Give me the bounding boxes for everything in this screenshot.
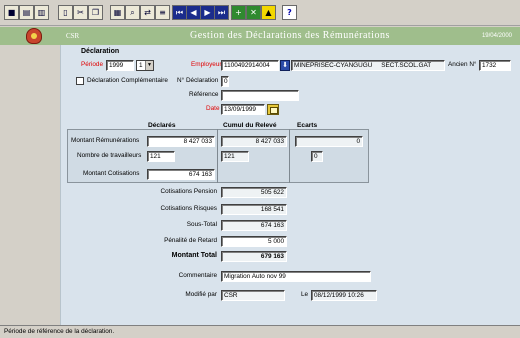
remun-ecart-field: 0 — [295, 136, 363, 147]
reference-field[interactable] — [221, 90, 299, 101]
delete-record-icon[interactable]: ✕ — [246, 5, 261, 20]
ancien-label: Ancien N° — [448, 61, 477, 68]
section-title: Déclaration — [81, 48, 120, 55]
ancien-field[interactable]: 1732 — [479, 60, 511, 71]
soustotal-label: Sous-Total — [186, 221, 217, 228]
save-icon[interactable]: ■ — [4, 5, 19, 20]
first-record-icon[interactable]: ⏮ — [172, 5, 187, 20]
montant-total-label: Montant Total — [171, 252, 217, 259]
date-field[interactable]: 13/09/1999 — [221, 104, 265, 115]
paste-icon[interactable]: ▦ — [110, 5, 125, 20]
complementaire-label: Déclaration Complémentaire — [87, 77, 168, 84]
travailleurs-declares-field[interactable]: 121 — [147, 151, 175, 162]
employeur-id-field[interactable]: 1100492914004 — [221, 60, 279, 71]
calendar-icon[interactable] — [267, 104, 279, 115]
reference-label: Référence — [189, 91, 219, 98]
declaration-form: Déclaration Période 1999 1 ▼ Employeur 1… — [60, 45, 520, 325]
employeur-name: MINEPRISEC-CYANGUGU — [294, 62, 373, 69]
le-label: Le — [301, 291, 309, 298]
periode-year-field[interactable]: 1999 — [106, 60, 134, 71]
status-message: Période de référence de la déclaration. — [4, 328, 115, 335]
n-declaration-field[interactable]: 0 — [221, 76, 229, 87]
pension-field: 505 622 — [221, 187, 287, 198]
date-label: Date — [206, 105, 220, 112]
grid-divider — [217, 129, 218, 183]
pension-label: Cotisations Pension — [160, 188, 217, 195]
emblem-logo — [26, 28, 42, 44]
employeur-name-field: MINEPRISEC-CYANGUGU SECT.SCOL.GAT — [291, 60, 445, 71]
commentaire-field[interactable]: Migration Auto nov 99 — [221, 271, 371, 282]
page-title: Gestion des Déclarations des Rémunératio… — [190, 30, 390, 41]
preview-icon[interactable]: ▥ — [34, 5, 49, 20]
cotisations-declares-field[interactable]: 674 163 — [147, 169, 215, 180]
risques-label: Cotisations Risques — [160, 205, 217, 212]
periode-num-value: 1 — [139, 62, 143, 69]
next-record-icon[interactable]: ▶ — [200, 5, 215, 20]
help-icon[interactable]: ? — [282, 5, 297, 20]
complementaire-checkbox[interactable] — [76, 77, 84, 85]
periode-label: Période — [81, 61, 104, 68]
cotisations-label: Montant Cotisations — [83, 170, 140, 177]
travailleurs-cumul-field: 121 — [221, 151, 249, 162]
penalite-label: Pénalité de Retard — [164, 237, 217, 244]
app-name: CSR — [66, 32, 80, 40]
prev-record-icon[interactable]: ◀ — [186, 5, 201, 20]
header-date: 19/04/2000 — [481, 33, 512, 39]
travailleurs-ecart-field: 0 — [311, 151, 323, 162]
employeur-lookup-button[interactable]: ⬇ — [280, 60, 290, 71]
print-icon[interactable]: ▤ — [19, 5, 34, 20]
modifie-field: CSR — [221, 290, 285, 301]
remun-declares-field[interactable]: 8 427 033 — [147, 136, 215, 147]
travailleurs-label: Nombre de travailleurs — [77, 152, 142, 159]
penalite-field[interactable]: 5 000 — [221, 236, 287, 247]
col-ecarts: Ecarts — [297, 122, 318, 129]
le-field: 08/12/1999 10:26 — [311, 290, 377, 301]
periode-num-select[interactable]: 1 ▼ — [136, 60, 154, 71]
employeur-label: Employeur — [191, 61, 222, 68]
grid-divider — [289, 129, 290, 183]
col-declares: Déclarés — [148, 122, 176, 129]
lock-icon[interactable]: ▲ — [261, 5, 276, 20]
risques-field: 168 541 — [221, 204, 287, 215]
find-icon[interactable]: ⌕ — [125, 5, 140, 20]
new-doc-icon[interactable]: ▯ — [58, 5, 73, 20]
remun-label: Montant Rémunérations — [71, 137, 140, 144]
status-bar: Période de référence de la déclaration. — [0, 325, 520, 338]
sort-icon[interactable]: ≡ — [155, 5, 170, 20]
last-record-icon[interactable]: ⏭ — [214, 5, 229, 20]
modifie-label: Modifié par — [185, 291, 217, 298]
chevron-down-icon[interactable]: ▼ — [145, 61, 153, 70]
remun-cumul-field: 8 427 033 — [221, 136, 287, 147]
replace-icon[interactable]: ⇄ — [140, 5, 155, 20]
soustotal-field: 674 163 — [221, 220, 287, 231]
toolbar: ■ ▤ ▥ ▯ ✂ ❐ ▦ ⌕ ⇄ ≡ ⏮ ◀ ▶ ⏭ + ✕ ▲? — [0, 0, 520, 26]
n-declaration-label: N° Déclaration — [177, 77, 219, 84]
cut-icon[interactable]: ✂ — [73, 5, 88, 20]
montant-total-field: 679 163 — [221, 251, 287, 262]
add-record-icon[interactable]: + — [231, 5, 246, 20]
col-cumul: Cumul du Relevé — [223, 122, 277, 129]
employeur-sect: SECT.SCOL.GAT — [381, 62, 432, 69]
app-header: CSR Gestion des Déclarations des Rémunér… — [0, 27, 520, 45]
copy-icon[interactable]: ❐ — [88, 5, 103, 20]
commentaire-label: Commentaire — [178, 272, 217, 279]
arrow-down-icon: ⬇ — [282, 62, 288, 69]
